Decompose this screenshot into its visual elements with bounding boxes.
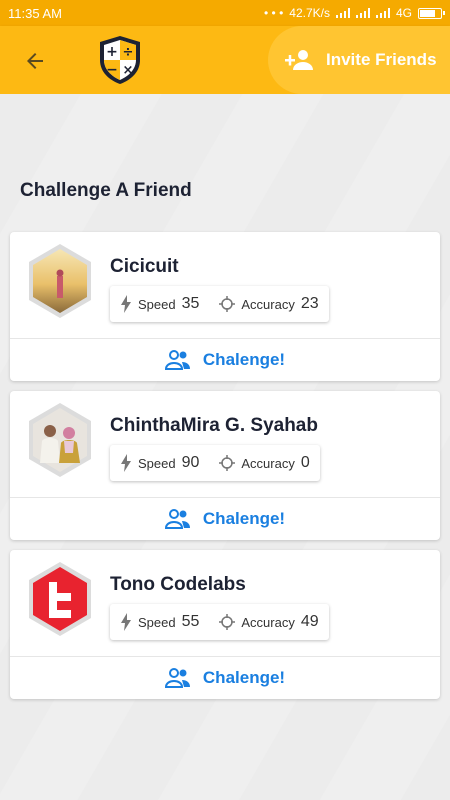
lightning-icon [121, 295, 131, 313]
people-icon [164, 668, 190, 688]
svg-text:+: + [106, 44, 118, 60]
crosshair-icon [219, 614, 236, 630]
status-icons: • • • 42.7K/s 4G [264, 6, 445, 20]
avatar [29, 562, 91, 636]
friend-card: Tono Codelabs Speed 55 Accuracy 49 Chale… [10, 550, 440, 699]
speed-label: Speed [138, 296, 176, 312]
invite-friends-label: Invite Friends [326, 50, 437, 69]
invite-friends-button[interactable]: Invite Friends [268, 26, 450, 94]
stats-box: Speed 55 Accuracy 49 [110, 604, 329, 640]
math-shield-logo: + ÷ − × [100, 36, 140, 84]
avatar [29, 403, 91, 477]
network-type: 4G [395, 6, 412, 20]
status-time: 11:35 AM [8, 5, 62, 21]
speed-value: 90 [181, 454, 200, 471]
accuracy-value: 23 [300, 295, 319, 312]
arrow-left-icon [27, 53, 43, 69]
battery-icon [418, 7, 445, 19]
friend-name: ChinthaMira G. Syahab [110, 415, 318, 436]
speed-label: Speed [138, 455, 176, 471]
accuracy-value: 0 [300, 454, 310, 471]
challenge-label: Chalenge! [202, 350, 286, 369]
signal-icon [335, 8, 350, 18]
speed-label: Speed [138, 614, 176, 630]
lightning-icon [121, 454, 131, 472]
friend-card: ChinthaMira G. Syahab Speed 90 Accuracy … [10, 391, 440, 540]
app-bar: + ÷ − × Invite Friends [0, 26, 450, 94]
accuracy-label: Accuracy [241, 296, 295, 312]
people-icon [164, 350, 190, 370]
stats-box: Speed 90 Accuracy 0 [110, 445, 320, 481]
svg-text:÷: ÷ [123, 45, 134, 60]
speed-value: 35 [181, 295, 200, 312]
friend-name: Tono Codelabs [110, 574, 246, 595]
svg-text:−: − [106, 62, 118, 78]
speed-value: 55 [181, 613, 200, 630]
more-dots-icon: • • • [264, 6, 284, 20]
back-button[interactable] [20, 46, 50, 76]
crosshair-icon [219, 455, 236, 471]
challenge-label: Chalenge! [202, 668, 286, 687]
people-icon [164, 509, 190, 529]
challenge-label: Chalenge! [202, 509, 286, 528]
section-title: Challenge A Friend [20, 180, 192, 201]
accuracy-value: 49 [300, 613, 319, 630]
challenge-button[interactable]: Chalenge! [10, 657, 440, 699]
challenge-button[interactable]: Chalenge! [10, 339, 440, 381]
stats-box: Speed 35 Accuracy 23 [110, 286, 329, 322]
person-add-icon [285, 50, 313, 70]
svg-text:×: × [123, 63, 134, 78]
friend-card: Cicicuit Speed 35 Accuracy 23 Chalenge! [10, 232, 440, 381]
status-bar: 11:35 AM • • • 42.7K/s 4G [0, 0, 450, 26]
signal-icon-2 [355, 8, 370, 18]
network-speed: 42.7K/s [289, 6, 330, 20]
crosshair-icon [219, 296, 236, 312]
challenge-button[interactable]: Chalenge! [10, 498, 440, 540]
accuracy-label: Accuracy [241, 455, 295, 471]
accuracy-label: Accuracy [241, 614, 295, 630]
signal-icon-3 [375, 8, 390, 18]
lightning-icon [121, 613, 131, 631]
avatar [29, 244, 91, 318]
friend-name: Cicicuit [110, 256, 179, 277]
